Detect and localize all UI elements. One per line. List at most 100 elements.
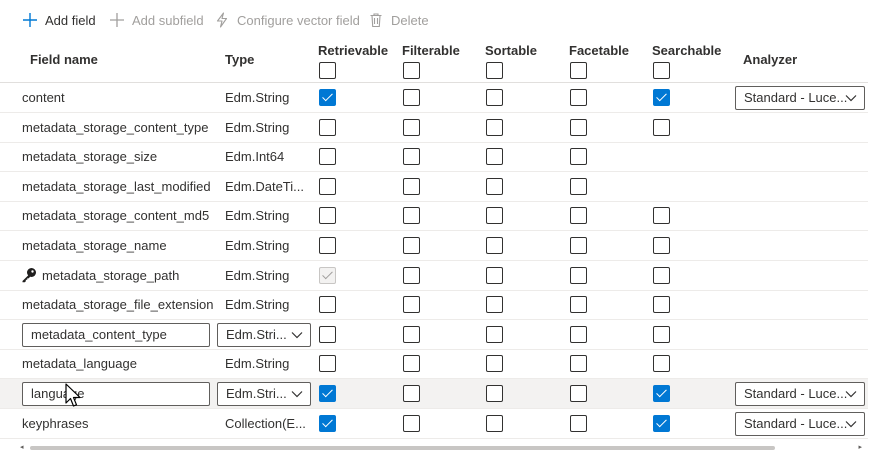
table-row[interactable]: metadata_storage_content_type Edm.String	[0, 113, 868, 143]
filterable-checkbox[interactable]	[403, 178, 420, 195]
sortable-checkbox[interactable]	[486, 355, 503, 372]
facetable-checkbox[interactable]	[570, 385, 587, 402]
add-field-button[interactable]: Add field	[22, 10, 96, 30]
searchable-checkbox[interactable]	[653, 415, 670, 432]
facetable-checkbox[interactable]	[570, 267, 587, 284]
table-row[interactable]: keyphrases Collection(E... Standard - Luce…	[0, 409, 868, 439]
filterable-checkbox[interactable]	[403, 385, 420, 402]
retrievable-checkbox[interactable]	[319, 148, 336, 165]
select-all-filterable-checkbox[interactable]	[403, 62, 420, 79]
analyzer-dropdown-value: Standard - Luce...	[744, 416, 848, 431]
sortable-checkbox[interactable]	[486, 119, 503, 136]
table-row[interactable]: metadata_storage_content_md5 Edm.String	[0, 201, 868, 231]
select-all-facetable-checkbox[interactable]	[570, 62, 587, 79]
sortable-checkbox[interactable]	[486, 385, 503, 402]
chevron-down-icon	[291, 332, 303, 339]
type-dropdown[interactable]: Edm.Stri...	[217, 323, 311, 347]
delete-label: Delete	[391, 12, 429, 28]
type-dropdown[interactable]: Edm.Stri...	[217, 382, 311, 406]
filterable-checkbox[interactable]	[403, 355, 420, 372]
table-row[interactable]: metadata_storage_name Edm.String	[0, 231, 868, 261]
sortable-checkbox[interactable]	[486, 415, 503, 432]
table-row[interactable]: metadata_storage_file_extension Edm.Strin…	[0, 290, 868, 320]
filterable-checkbox[interactable]	[403, 326, 420, 343]
filterable-checkbox[interactable]	[403, 237, 420, 254]
filterable-checkbox[interactable]	[403, 119, 420, 136]
searchable-checkbox[interactable]	[653, 89, 670, 106]
searchable-checkbox[interactable]	[653, 326, 670, 343]
horizontal-scrollbar[interactable]: ◂ ▸	[20, 444, 862, 452]
sortable-checkbox[interactable]	[486, 207, 503, 224]
facetable-checkbox[interactable]	[570, 415, 587, 432]
table-row[interactable]: metadata_storage_path Edm.String	[0, 261, 868, 291]
table-row[interactable]: metadata_storage_size Edm.Int64	[0, 142, 868, 172]
retrievable-checkbox[interactable]	[319, 178, 336, 195]
searchable-checkbox[interactable]	[653, 119, 670, 136]
retrievable-checkbox[interactable]	[319, 267, 336, 284]
column-header-facetable: Facetable	[569, 43, 629, 58]
facetable-checkbox[interactable]	[570, 207, 587, 224]
add-subfield-label: Add subfield	[132, 12, 204, 28]
scroll-left-icon[interactable]: ◂	[20, 444, 24, 452]
facetable-checkbox[interactable]	[570, 119, 587, 136]
field-name-input[interactable]: metadata_content_type	[22, 323, 210, 347]
delete-button[interactable]: Delete	[368, 10, 429, 30]
filterable-checkbox[interactable]	[403, 207, 420, 224]
searchable-checkbox[interactable]	[653, 296, 670, 313]
filterable-checkbox[interactable]	[403, 89, 420, 106]
table-row[interactable]: language Edm.Stri... Standard - Luce...	[0, 379, 868, 409]
configure-vector-field-button[interactable]: Configure vector field	[214, 10, 360, 30]
table-row[interactable]: content Edm.String Standard - Luce...	[0, 83, 868, 113]
filterable-checkbox[interactable]	[403, 415, 420, 432]
analyzer-dropdown[interactable]: Standard - Luce...	[735, 382, 865, 406]
sortable-checkbox[interactable]	[486, 267, 503, 284]
facetable-checkbox[interactable]	[570, 296, 587, 313]
analyzer-dropdown[interactable]: Standard - Luce...	[735, 86, 865, 110]
searchable-checkbox[interactable]	[653, 385, 670, 402]
table-row[interactable]: metadata_storage_last_modified Edm.DateTi…	[0, 172, 868, 202]
facetable-checkbox[interactable]	[570, 237, 587, 254]
facetable-checkbox[interactable]	[570, 355, 587, 372]
retrievable-checkbox[interactable]	[319, 207, 336, 224]
add-subfield-button[interactable]: Add subfield	[109, 10, 204, 30]
table-row[interactable]: metadata_language Edm.String	[0, 349, 868, 379]
analyzer-dropdown[interactable]: Standard - Luce...	[735, 412, 865, 436]
facetable-checkbox[interactable]	[570, 89, 587, 106]
sortable-checkbox[interactable]	[486, 148, 503, 165]
sortable-checkbox[interactable]	[486, 296, 503, 313]
retrievable-checkbox[interactable]	[319, 119, 336, 136]
searchable-checkbox[interactable]	[653, 207, 670, 224]
facetable-checkbox[interactable]	[570, 326, 587, 343]
retrievable-checkbox[interactable]	[319, 415, 336, 432]
searchable-checkbox[interactable]	[653, 237, 670, 254]
field-name: metadata_storage_path	[42, 268, 180, 283]
retrievable-checkbox[interactable]	[319, 89, 336, 106]
sortable-checkbox[interactable]	[486, 178, 503, 195]
scrollbar-thumb[interactable]	[30, 446, 775, 450]
sortable-checkbox[interactable]	[486, 237, 503, 254]
select-all-searchable-checkbox[interactable]	[653, 62, 670, 79]
select-all-sortable-checkbox[interactable]	[486, 62, 503, 79]
retrievable-checkbox[interactable]	[319, 237, 336, 254]
field-name-input[interactable]: language	[22, 382, 210, 406]
scroll-right-icon[interactable]: ▸	[858, 444, 862, 452]
retrievable-checkbox[interactable]	[319, 296, 336, 313]
filterable-checkbox[interactable]	[403, 148, 420, 165]
searchable-checkbox[interactable]	[653, 355, 670, 372]
retrievable-checkbox[interactable]	[319, 326, 336, 343]
filterable-checkbox[interactable]	[403, 267, 420, 284]
field-name: metadata_storage_name	[22, 238, 167, 253]
facetable-checkbox[interactable]	[570, 178, 587, 195]
retrievable-checkbox[interactable]	[319, 355, 336, 372]
sortable-checkbox[interactable]	[486, 89, 503, 106]
select-all-retrievable-checkbox[interactable]	[319, 62, 336, 79]
table-row[interactable]: metadata_content_type Edm.Stri...	[0, 320, 868, 350]
mouse-pointer-icon	[65, 383, 81, 407]
filterable-checkbox[interactable]	[403, 296, 420, 313]
column-header-type: Type	[225, 52, 255, 67]
searchable-checkbox[interactable]	[653, 267, 670, 284]
facetable-checkbox[interactable]	[570, 148, 587, 165]
field-type: Edm.String	[225, 268, 290, 283]
retrievable-checkbox[interactable]	[319, 385, 336, 402]
sortable-checkbox[interactable]	[486, 326, 503, 343]
